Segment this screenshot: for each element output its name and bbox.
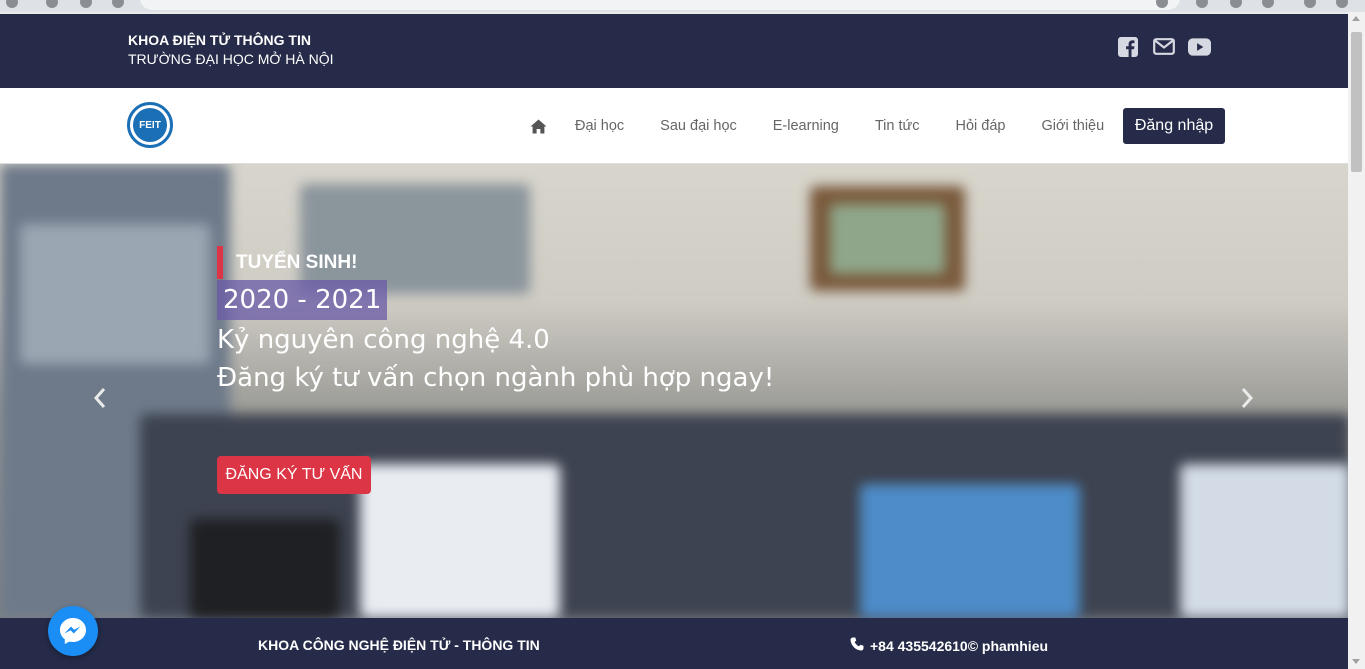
bg-painting-inner (830, 204, 945, 274)
footer-contact: +84 435542610© phamhieu (850, 637, 1048, 654)
home-icon[interactable] (530, 119, 557, 134)
bg-student-right (1180, 464, 1348, 618)
profile-avatar-icon[interactable] (1304, 0, 1316, 8)
hero-caption: TUYỂN SINH! 2020 - 2021 Kỷ nguyên công n… (217, 246, 774, 393)
phone-icon (850, 637, 864, 654)
scroll-down-icon[interactable] (1352, 659, 1360, 664)
facebook-icon[interactable] (1116, 36, 1139, 57)
youtube-icon[interactable] (1188, 36, 1211, 57)
hero-carousel: TUYỂN SINH! 2020 - 2021 Kỷ nguyên công n… (0, 164, 1348, 618)
page-scrollbar[interactable] (1348, 12, 1365, 669)
hero-subheadline: Đăng ký tư vấn chọn ngành phù hợp ngay! (217, 363, 775, 393)
social-links (1116, 36, 1211, 57)
register-consult-button[interactable]: ĐĂNG KÝ TƯ VẤN (217, 456, 371, 494)
nav-item-tin-tuc[interactable]: Tin tức (857, 118, 938, 134)
messenger-icon[interactable] (48, 606, 98, 656)
address-bar[interactable] (140, 0, 1180, 10)
bg-student-shirt (360, 464, 560, 618)
bg-student-jacket (860, 484, 1080, 618)
browser-menu-icon[interactable] (1336, 0, 1348, 8)
extension-icon[interactable] (1196, 0, 1208, 8)
extension-icon[interactable] (1262, 0, 1274, 8)
university-name: TRƯỜNG ĐẠI HỌC MỞ HÀ NỘI (128, 51, 334, 67)
admission-tag-text: TUYỂN SINH! (236, 251, 358, 273)
nav-item-hoi-dap[interactable]: Hỏi đáp (937, 118, 1023, 134)
page-info-icon[interactable] (112, 0, 124, 8)
reload-icon[interactable] (80, 0, 92, 8)
top-bar: KHOA ĐIỆN TỬ THÔNG TIN TRƯỜNG ĐẠI HỌC MỞ… (0, 14, 1348, 88)
footer-faculty-name: KHOA CÔNG NGHỆ ĐIỆN TỬ - THÔNG TIN (258, 637, 540, 653)
scroll-up-icon[interactable] (1352, 16, 1360, 21)
nav-menu: Đại học Sau đại học E-learning Tin tức H… (530, 108, 1122, 144)
extension-icon[interactable] (1230, 0, 1242, 8)
hero-headline: Kỷ nguyên công nghệ 4.0 (217, 325, 550, 355)
bg-laptop (190, 519, 340, 618)
login-button[interactable]: Đăng nhập (1123, 108, 1225, 144)
scrollbar-thumb[interactable] (1351, 32, 1362, 172)
site-footer: KHOA CÔNG NGHỆ ĐIỆN TỬ - THÔNG TIN +84 4… (0, 618, 1348, 669)
footer-contact-text: +84 435542610© phamhieu (870, 637, 1049, 654)
nav-item-gioi-thieu[interactable]: Giới thiệu (1023, 118, 1122, 134)
site-brand: KHOA ĐIỆN TỬ THÔNG TIN TRƯỜNG ĐẠI HỌC MỞ… (128, 32, 334, 67)
faculty-name: KHOA ĐIỆN TỬ THÔNG TIN (128, 32, 311, 48)
browser-chrome (0, 0, 1365, 12)
nav-item-dai-hoc[interactable]: Đại học (557, 118, 642, 134)
main-navbar: FEIT Đại học Sau đại học E-learning Tin … (0, 88, 1348, 164)
nav-item-e-learning[interactable]: E-learning (755, 118, 857, 134)
back-icon[interactable] (6, 0, 18, 8)
tag-accent-bar (217, 246, 223, 279)
forward-icon[interactable] (46, 0, 58, 8)
bg-books (20, 224, 210, 364)
nav-item-sau-dai-hoc[interactable]: Sau đại học (642, 118, 755, 134)
chevron-left-icon[interactable] (90, 386, 110, 410)
faculty-logo[interactable]: FEIT (127, 102, 173, 148)
envelope-icon[interactable] (1152, 36, 1175, 57)
logo-text: FEIT (133, 108, 167, 142)
chevron-right-icon[interactable] (1237, 386, 1257, 410)
admission-tag: TUYỂN SINH! (217, 246, 774, 279)
admission-year: 2020 - 2021 (217, 280, 388, 320)
